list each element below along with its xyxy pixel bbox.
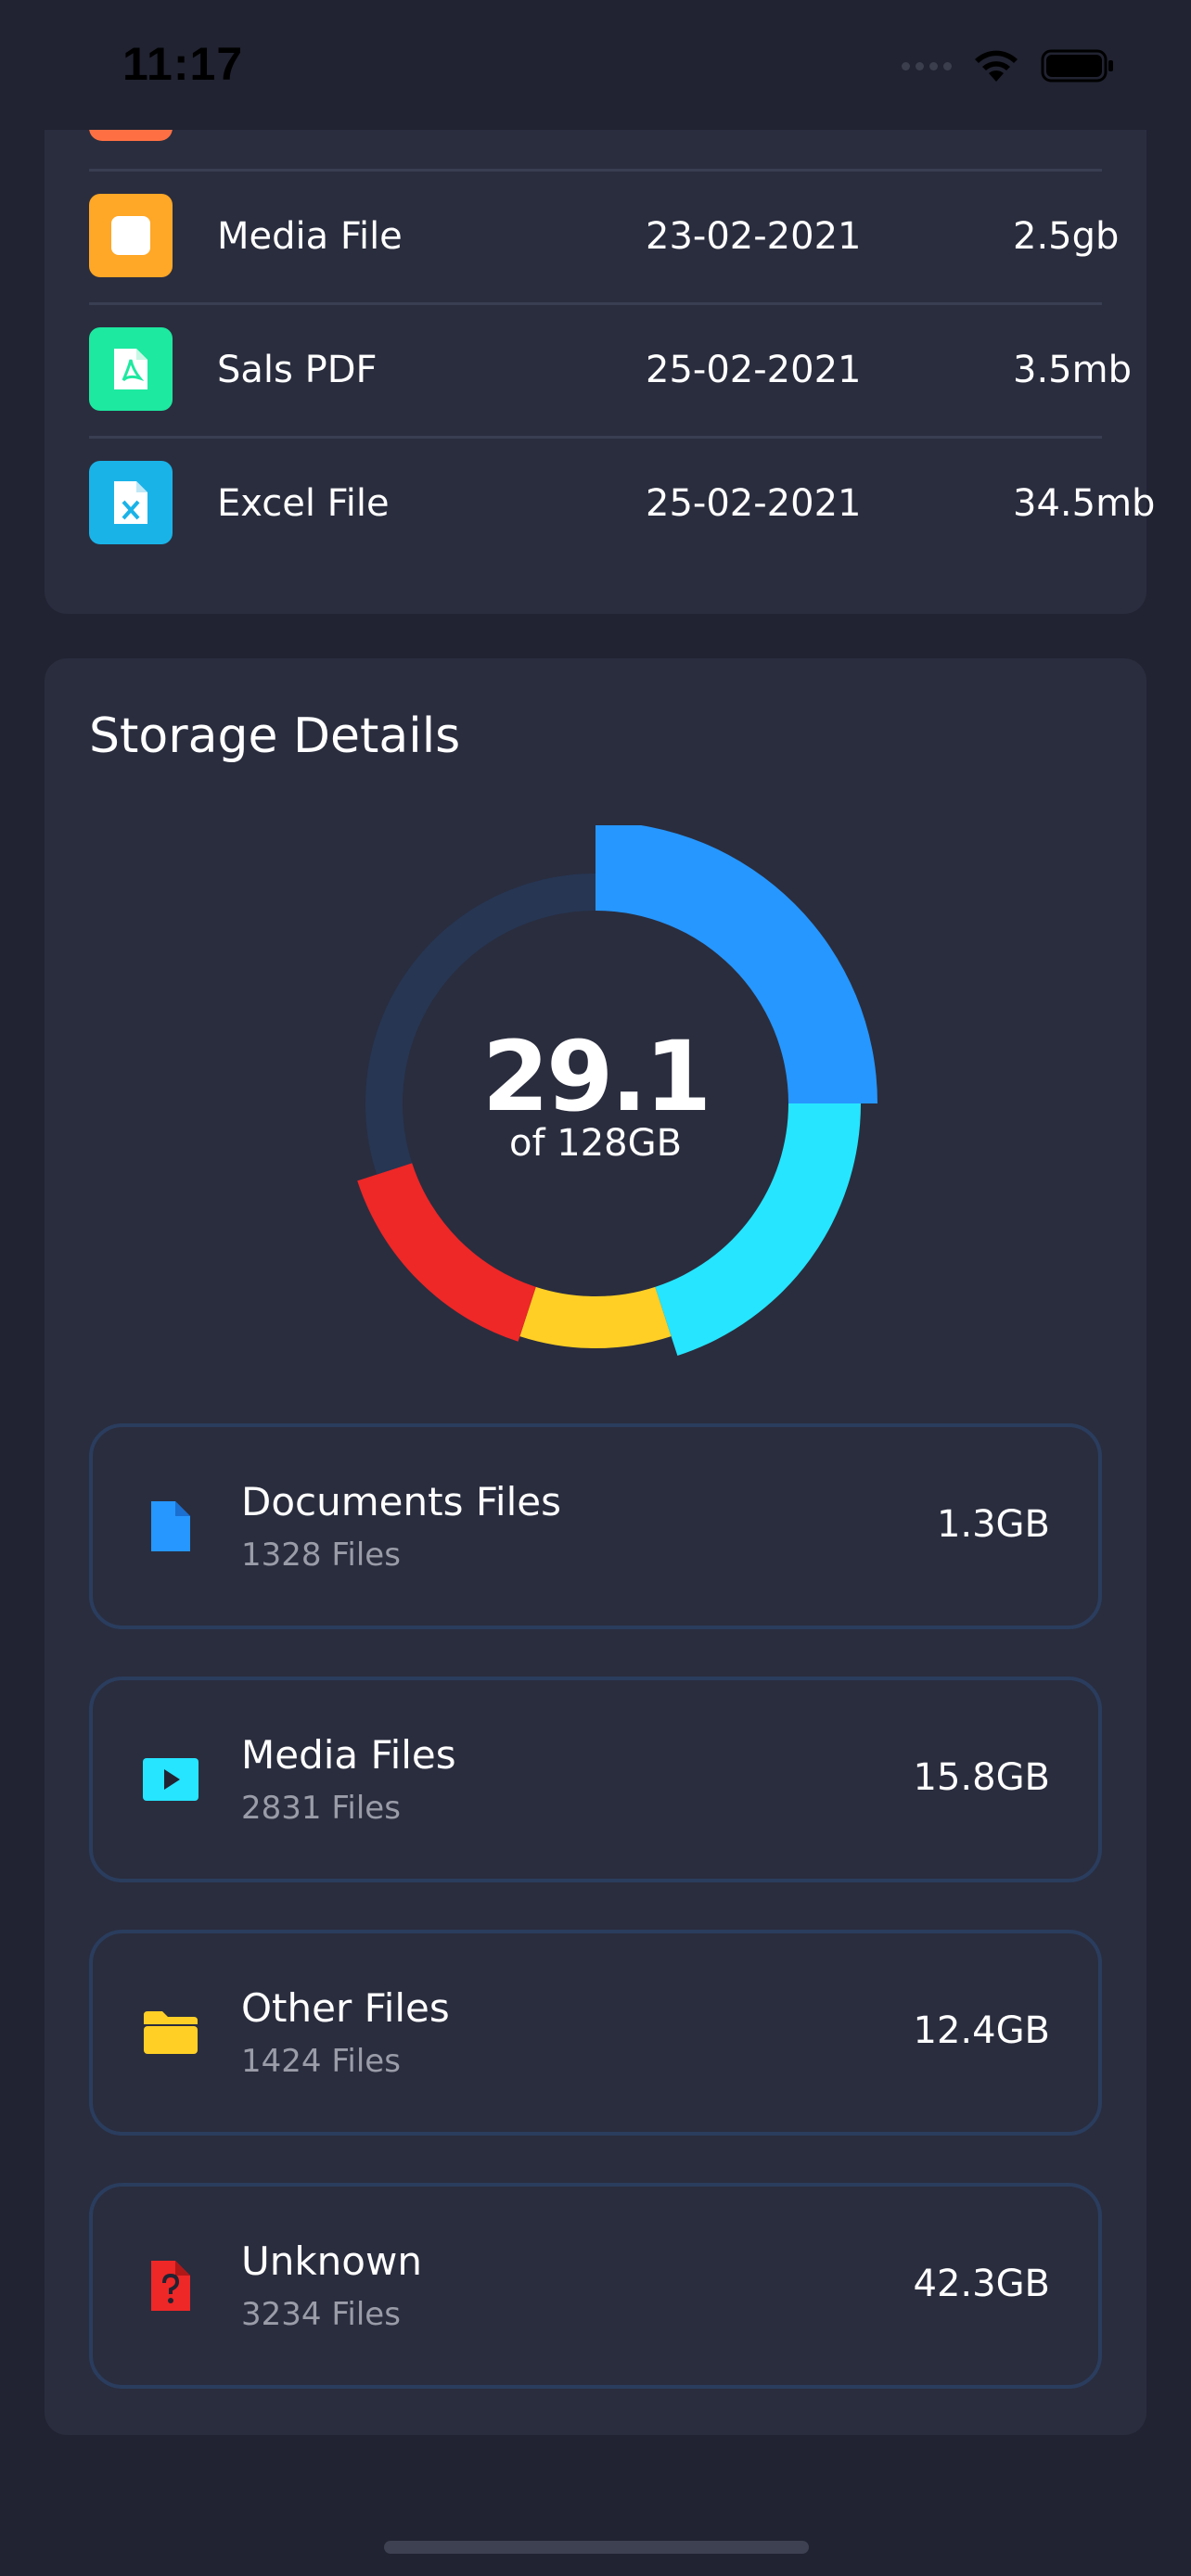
row-divider: [89, 302, 1102, 305]
storage-item-name: Media Files: [241, 1732, 456, 1778]
storage-item-documents[interactable]: Documents Files 1328 Files 1.3GB: [89, 1423, 1102, 1629]
file-size: 34.5mb: [1013, 482, 1156, 525]
storage-item-count: 2831 Files: [241, 1790, 401, 1827]
storage-item-size: 1.3GB: [936, 1503, 1050, 1546]
status-icons: [902, 48, 1115, 83]
folder-icon: [141, 2003, 200, 2062]
file-date: 25-02-2021: [646, 482, 862, 525]
storage-used-value: 29.1: [481, 1020, 712, 1133]
storage-item-name: Documents Files: [241, 1479, 561, 1524]
storage-item-name: Unknown: [241, 2238, 422, 2284]
row-divider: [89, 436, 1102, 439]
cellular-signal-icon: [902, 61, 952, 70]
storage-details-card: Storage Details 29.1 of 128GB Documents …: [45, 658, 1146, 2435]
battery-icon: [1041, 49, 1113, 83]
storage-item-size: 15.8GB: [913, 1756, 1051, 1799]
row-divider: [89, 169, 1102, 172]
file-size: 3.5mb: [1013, 349, 1132, 391]
section-title: Storage Details: [89, 708, 461, 764]
pdf-file-icon: [89, 327, 173, 411]
storage-item-unknown[interactable]: Unknown 3234 Files 42.3GB: [89, 2183, 1102, 2389]
storage-total-label: of 128GB: [508, 1122, 683, 1165]
storage-item-count: 1424 Files: [241, 2043, 401, 2080]
wifi-icon: [975, 50, 1018, 82]
unknown-file-icon: [141, 2256, 200, 2315]
home-indicator[interactable]: [384, 2541, 809, 2554]
document-icon: [141, 1497, 200, 1556]
file-name: Excel File: [217, 482, 390, 525]
file-row[interactable]: Sals PDF 25-02-2021 3.5mb: [89, 302, 1132, 436]
storage-item-size: 42.3GB: [913, 2263, 1051, 2305]
file-size: 2.5gb: [1013, 215, 1120, 258]
storage-item-count: 3234 Files: [241, 2296, 401, 2333]
file-name: Media File: [217, 215, 403, 258]
storage-item-media[interactable]: Media Files 2831 Files 15.8GB: [89, 1677, 1102, 1882]
storage-item-name: Other Files: [241, 1985, 450, 2031]
file-date: 23-02-2021: [646, 215, 862, 258]
excel-file-icon: [89, 461, 173, 544]
storage-item-size: 12.4GB: [913, 2009, 1051, 2052]
status-time: 11:17: [122, 38, 244, 90]
storage-item-other[interactable]: Other Files 1424 Files 12.4GB: [89, 1930, 1102, 2136]
file-name: Sals PDF: [217, 349, 378, 391]
media-play-icon: [141, 1750, 200, 1809]
file-date: 25-02-2021: [646, 349, 862, 391]
donut-slice-other-files: [519, 1286, 672, 1349]
media-file-icon: [89, 194, 173, 277]
file-row[interactable]: Media File 23-02-2021 2.5gb: [89, 169, 1119, 302]
status-bar: 11:17: [0, 0, 1191, 130]
donut-slice-unknown: [357, 1163, 536, 1342]
file-row[interactable]: Excel File 25-02-2021 34.5mb: [89, 436, 1155, 569]
storage-item-count: 1328 Files: [241, 1537, 401, 1574]
